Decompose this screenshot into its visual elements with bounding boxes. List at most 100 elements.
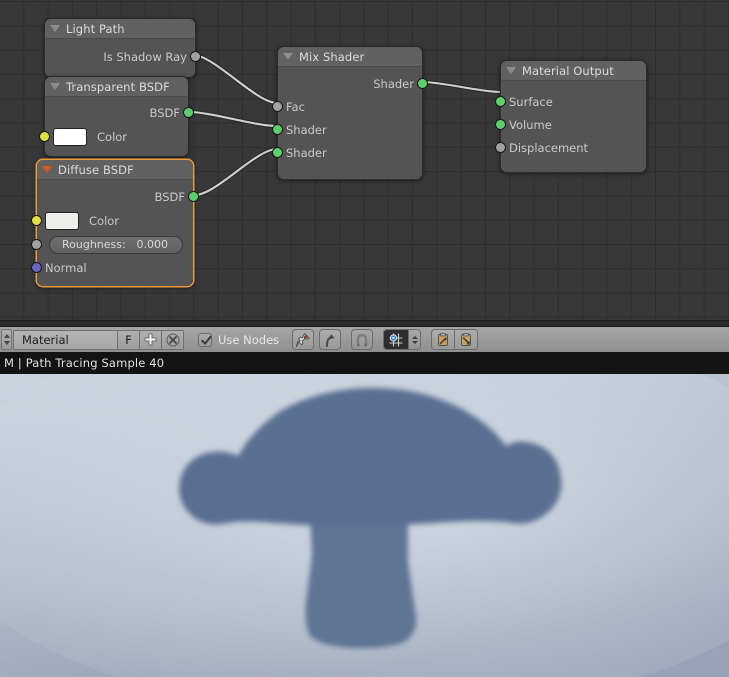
clipboard-paste-icon: [461, 332, 472, 346]
input-socket-displacement[interactable]: [495, 142, 506, 153]
node-link: [188, 109, 278, 129]
output-socket-shader[interactable]: [417, 78, 428, 89]
node-light-path[interactable]: Light Path Is Shadow Ray: [44, 18, 201, 78]
unlink-material-button[interactable]: [162, 329, 184, 350]
spinner-up-icon: [3, 334, 10, 338]
use-nodes-label: Use Nodes: [218, 332, 280, 347]
input-socket-surface[interactable]: [495, 96, 506, 107]
input-socket-normal[interactable]: [31, 262, 42, 273]
node-input-row-roughness[interactable]: Roughness: 0.000: [31, 233, 193, 256]
node-title: Light Path: [66, 21, 125, 36]
pin-icon: [295, 332, 310, 347]
fake-user-button[interactable]: F: [118, 329, 140, 350]
node-input-row-surface[interactable]: Surface: [495, 90, 646, 113]
input-socket-shader-1[interactable]: [272, 124, 283, 135]
socket-label: Volume: [509, 117, 552, 132]
spinner-up-icon: [411, 335, 418, 339]
color-swatch[interactable]: [45, 211, 79, 230]
spinner-down-icon: [3, 341, 10, 345]
paste-button[interactable]: [455, 330, 478, 349]
node-header-material-output[interactable]: Material Output: [501, 61, 646, 81]
material-name-field[interactable]: Material: [13, 329, 118, 350]
node-mix-shader[interactable]: Mix Shader Shader Fac Shader Shader: [272, 46, 428, 180]
triangle-down-icon[interactable]: [50, 83, 60, 90]
socket-label: Color: [97, 130, 128, 144]
snap-target-group[interactable]: [383, 329, 422, 350]
render-image: [0, 374, 729, 677]
pin-button[interactable]: [292, 329, 315, 350]
socket-label: Shader: [286, 122, 327, 137]
clipboard-copy-icon: [438, 332, 449, 346]
spinner-down-icon: [411, 340, 418, 344]
copy-button[interactable]: [432, 330, 455, 349]
node-input-row-shader-2[interactable]: Shader: [272, 141, 422, 164]
node-title: Mix Shader: [299, 49, 365, 64]
copy-paste-group[interactable]: [431, 329, 479, 350]
triangle-down-icon[interactable]: [506, 67, 516, 74]
node-output-row[interactable]: BSDF: [37, 185, 199, 208]
roughness-value: 0.000: [136, 238, 169, 251]
use-nodes-checkbox[interactable]: [198, 332, 212, 347]
node-output-row[interactable]: BSDF: [45, 101, 194, 124]
triangle-down-icon[interactable]: [42, 166, 52, 173]
node-title: Material Output: [522, 63, 614, 78]
input-socket-roughness[interactable]: [31, 239, 42, 250]
use-nodes-toggle[interactable]: Use Nodes: [198, 332, 280, 347]
color-swatch[interactable]: [53, 128, 87, 146]
node-output-row[interactable]: Shader: [278, 72, 428, 95]
browse-material-spinner[interactable]: [1, 329, 12, 350]
node-output-row[interactable]: Is Shadow Ray: [45, 45, 201, 68]
node-transparent-bsdf[interactable]: Transparent BSDF BSDF Color: [39, 76, 194, 157]
snap-grid-icon: [389, 333, 403, 346]
socket-label: BSDF: [149, 105, 180, 120]
plus-icon: [144, 333, 157, 346]
node-diffuse-bsdf[interactable]: Diffuse BSDF BSDF Color Roughness: 0.000: [31, 159, 199, 287]
editor-area-splitter[interactable]: [0, 320, 729, 327]
triangle-down-icon[interactable]: [283, 53, 293, 60]
add-material-button[interactable]: [140, 329, 162, 350]
arrow-up-curved-icon: [326, 333, 335, 347]
input-socket-color[interactable]: [39, 131, 50, 142]
node-body: Shader Fac Shader Shader: [272, 67, 428, 179]
socket-label: Shader: [373, 76, 414, 91]
node-input-row-volume[interactable]: Volume: [495, 113, 646, 136]
socket-label: Is Shadow Ray: [103, 49, 187, 64]
go-to-parent-button[interactable]: [319, 329, 342, 350]
socket-label: Normal: [45, 260, 87, 275]
snap-toggle-button[interactable]: [351, 329, 374, 350]
input-socket-fac[interactable]: [272, 101, 283, 112]
output-socket-bsdf[interactable]: [183, 107, 194, 118]
render-result-view[interactable]: [0, 374, 729, 677]
output-socket-is-shadow-ray[interactable]: [190, 51, 201, 62]
render-status-bar: M | Path Tracing Sample 40: [0, 352, 729, 374]
node-editor-canvas[interactable]: Light Path Is Shadow Ray Transparent BSD…: [0, 0, 729, 320]
node-header-diffuse-bsdf[interactable]: Diffuse BSDF: [37, 160, 193, 180]
node-input-row-color[interactable]: Color: [39, 124, 188, 150]
node-input-row-shader-1[interactable]: Shader: [272, 118, 422, 141]
node-input-row-color[interactable]: Color: [31, 208, 193, 233]
node-input-row-fac[interactable]: Fac: [272, 95, 422, 118]
node-header-transparent-bsdf[interactable]: Transparent BSDF: [45, 77, 188, 97]
socket-label: Displacement: [509, 140, 589, 155]
socket-label: Surface: [509, 94, 553, 109]
node-header-mix-shader[interactable]: Mix Shader: [278, 47, 422, 67]
roughness-label: Roughness:: [62, 238, 126, 251]
node-title: Diffuse BSDF: [58, 162, 134, 177]
socket-label: Shader: [286, 145, 327, 160]
output-socket-bsdf[interactable]: [188, 191, 199, 202]
input-socket-volume[interactable]: [495, 119, 506, 130]
roughness-slider[interactable]: Roughness: 0.000: [49, 235, 183, 254]
input-socket-shader-2[interactable]: [272, 147, 283, 158]
node-body: Surface Volume Displacement: [495, 81, 646, 172]
node-body: Is Shadow Ray: [45, 39, 201, 77]
snap-target-dropdown[interactable]: [409, 330, 421, 349]
node-material-output[interactable]: Material Output Surface Volume Displacem…: [495, 60, 647, 173]
node-input-row-displacement[interactable]: Displacement: [495, 136, 646, 159]
input-socket-color[interactable]: [31, 215, 42, 226]
node-header-light-path[interactable]: Light Path: [45, 19, 195, 39]
triangle-down-icon[interactable]: [50, 25, 60, 32]
x-cross-icon: [165, 332, 180, 347]
snap-target-button[interactable]: [384, 330, 409, 349]
socket-label: Fac: [286, 99, 305, 114]
node-input-row-normal[interactable]: Normal: [31, 256, 193, 279]
